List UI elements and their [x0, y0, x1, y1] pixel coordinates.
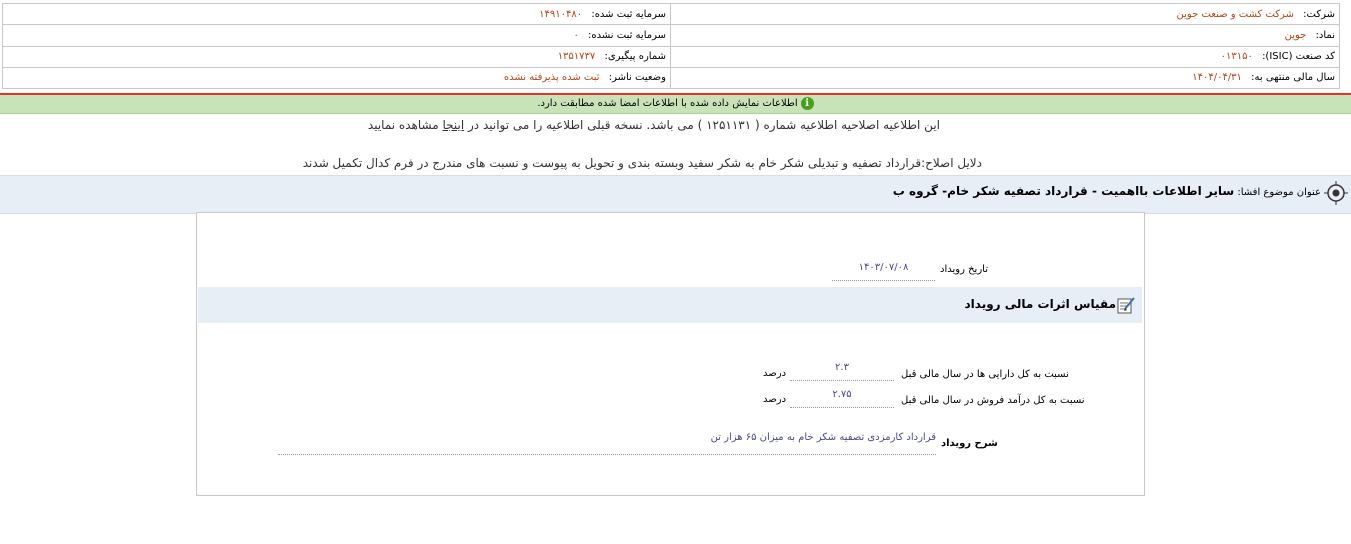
reg-capital-value: ۱۴۹۱۰۴۸۰	[539, 8, 583, 20]
info-row: کد صنعت (ISIC): ۰۱۳۱۵۰ شماره پیگیری: ۱۳۵…	[2, 45, 1340, 68]
unreg-capital-cell: سرمایه ثبت نشده: ۰	[2, 24, 671, 47]
subject-label: عنوان موضوع افشا:	[1237, 187, 1321, 198]
company-cell: شرکت: شرکت کشت و صنعت جوین	[670, 2, 1340, 26]
company-info-table: شرکت: شرکت کشت و صنعت جوین سرمایه ثبت شد…	[2, 2, 1340, 90]
assets-ratio-field: ۲.۳	[790, 362, 894, 381]
company-value: شرکت کشت و صنعت جوین	[1176, 8, 1294, 20]
info-row: نماد: جوین سرمایه ثبت نشده: ۰	[2, 24, 1340, 47]
revenue-ratio-field: ۲.۷۵	[790, 389, 894, 408]
tracking-cell: شماره پیگیری: ۱۳۵۱۷۳۷	[2, 45, 671, 68]
isic-value: ۰۱۳۱۵۰	[1220, 51, 1253, 63]
subject-value: سایر اطلاعات بااهمیت - قرارداد تصفیه شکر…	[892, 184, 1235, 198]
reg-capital-label: سرمایه ثبت شده:	[591, 8, 666, 20]
previous-version-link[interactable]: اینجا	[442, 118, 464, 132]
publisher-status-value: ثبت شده پذیرفته نشده	[503, 72, 600, 84]
tracking-label: شماره پیگیری:	[604, 51, 666, 63]
correction-text-before: این اطلاعیه اصلاحیه اطلاعیه شماره ( ۱۲۵۱…	[468, 118, 940, 132]
target-icon	[1324, 181, 1348, 205]
correction-note: این اطلاعیه اصلاحیه اطلاعیه شماره ( ۱۲۵۱…	[0, 118, 940, 132]
info-icon: i	[800, 96, 814, 110]
symbol-cell: نماد: جوین	[670, 24, 1340, 47]
company-label: شرکت:	[1303, 8, 1335, 20]
info-row: سال مالی منتهی به: ۱۴۰۴/۰۴/۳۱ وضعیت ناشر…	[2, 66, 1340, 90]
symbol-value: جوین	[1284, 29, 1307, 41]
correction-reasons: دلایل اصلاح:قرارداد تصفیه و تبدیلی شکر خ…	[302, 156, 982, 170]
edit-form-icon	[1117, 297, 1135, 314]
assets-ratio-unit: درصد	[763, 368, 787, 379]
alert-text: اطلاعات نمایش داده شده با اطلاعات امضا ش…	[537, 98, 798, 109]
signature-alert: iاطلاعات نمایش داده شده با اطلاعات امضا …	[0, 95, 1351, 114]
symbol-label: نماد:	[1315, 29, 1335, 41]
unreg-capital-value: ۰	[573, 29, 579, 41]
fiscal-label: سال مالی منتهی به:	[1251, 72, 1335, 84]
info-row: شرکت: شرکت کشت و صنعت جوین سرمایه ثبت شد…	[2, 2, 1340, 26]
tracking-value: ۱۳۵۱۷۳۷	[557, 51, 596, 63]
subject-title: عنوان موضوع افشا: سایر اطلاعات بااهمیت -…	[893, 184, 1321, 198]
section-title: مقیاس اثرات مالی رویداد	[964, 297, 1116, 311]
fiscal-value: ۱۴۰۴/۰۴/۳۱	[1192, 72, 1242, 84]
description-label: شرح رویداد	[941, 438, 998, 449]
fiscal-cell: سال مالی منتهی به: ۱۴۰۴/۰۴/۳۱	[670, 66, 1340, 90]
correction-text-after: مشاهده نمایید	[367, 118, 439, 132]
unreg-capital-label: سرمایه ثبت نشده:	[588, 29, 666, 41]
subject-bar: عنوان موضوع افشا: سایر اطلاعات بااهمیت -…	[0, 175, 1351, 214]
revenue-ratio-unit: درصد	[763, 394, 787, 405]
reg-capital-cell: سرمایه ثبت شده: ۱۴۹۱۰۴۸۰	[2, 2, 671, 26]
event-date-field: ۱۴۰۳/۰۷/۰۸	[832, 262, 935, 281]
description-field: قرارداد کارمزدی تصفیه شکر خام به میزان ۶…	[278, 432, 936, 455]
financial-effects-header: مقیاس اثرات مالی رویداد	[198, 287, 1142, 323]
publisher-status-cell: وضعیت ناشر: ثبت شده پذیرفته نشده	[2, 66, 671, 90]
isic-cell: کد صنعت (ISIC): ۰۱۳۱۵۰	[670, 45, 1340, 68]
isic-label: کد صنعت (ISIC):	[1262, 51, 1335, 63]
assets-ratio-label: نسبت به کل دارایی ها در سال مالی قبل	[901, 369, 1069, 380]
revenue-ratio-label: نسبت به کل درآمد فروش در سال مالی قبل	[901, 395, 1085, 406]
publisher-status-label: وضعیت ناشر:	[608, 72, 666, 84]
event-date-label: تاریخ رویداد	[940, 264, 988, 275]
